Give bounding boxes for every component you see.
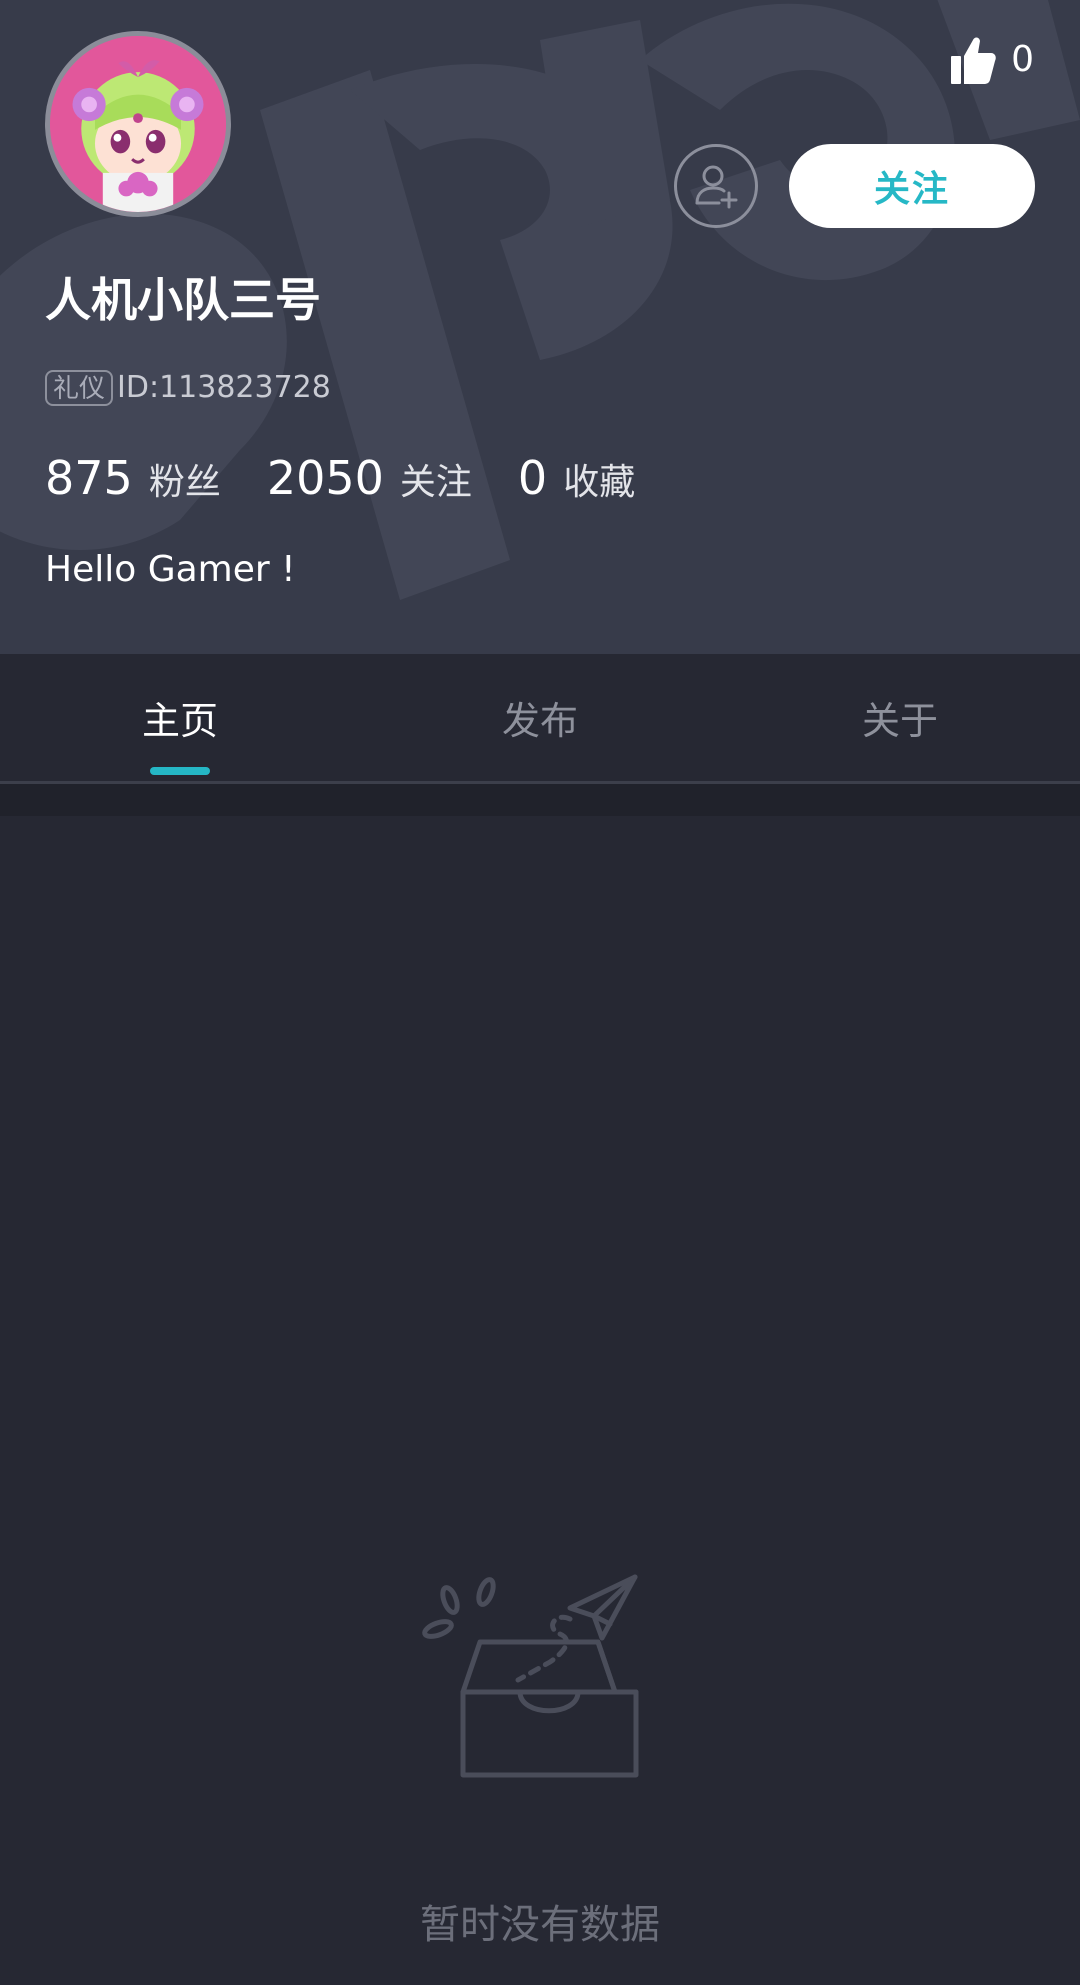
tab-home[interactable]: 主页: [0, 654, 360, 781]
empty-state-text: 暂时没有数据: [420, 1902, 660, 1948]
like-count: 0: [1011, 39, 1034, 80]
tab-label: 关于: [861, 699, 938, 743]
stat-value: 0: [517, 450, 548, 505]
avatar-image: [50, 36, 226, 212]
username: 人机小队三号: [45, 273, 321, 327]
tab-posts[interactable]: 发布: [360, 654, 720, 781]
profile-page: 0 关注 人机小队三号 礼仪 ID:113823728 875 粉丝 2050 …: [0, 0, 1080, 1985]
bio: Hello Gamer !: [45, 549, 296, 590]
stat-label: 收藏: [563, 461, 636, 503]
thumbs-up-icon: [951, 37, 996, 84]
empty-inbox-icon: [422, 1574, 639, 1778]
follow-button[interactable]: 关注: [789, 144, 1035, 228]
user-id: ID:113823728: [117, 370, 331, 405]
stats-row: 875 粉丝 2050 关注 0 收藏: [45, 448, 681, 512]
avatar[interactable]: [45, 31, 231, 217]
stat-fans[interactable]: 875 粉丝: [45, 446, 221, 515]
tab-bar: 主页 发布 关于: [0, 654, 1080, 784]
add-friend-button[interactable]: [674, 144, 758, 228]
title-badge: 礼仪: [45, 370, 114, 406]
add-user-icon: [695, 165, 738, 209]
tab-divider: [0, 784, 1080, 816]
tab-about[interactable]: 关于: [720, 654, 1080, 781]
stat-following[interactable]: 2050 关注: [267, 446, 472, 515]
id-row: 礼仪 ID:113823728: [45, 368, 331, 408]
active-tab-indicator: [150, 767, 210, 775]
tab-label: 主页: [141, 699, 218, 743]
tab-label: 发布: [501, 699, 578, 743]
profile-header: 0 关注 人机小队三号 礼仪 ID:113823728 875 粉丝 2050 …: [0, 0, 1080, 654]
stat-label: 粉丝: [148, 461, 221, 503]
stat-favorites[interactable]: 0 收藏: [518, 446, 635, 515]
stat-value: 875: [45, 450, 133, 505]
stat-value: 2050: [266, 450, 384, 505]
stat-label: 关注: [399, 461, 472, 503]
like-area[interactable]: 0: [949, 30, 1034, 90]
